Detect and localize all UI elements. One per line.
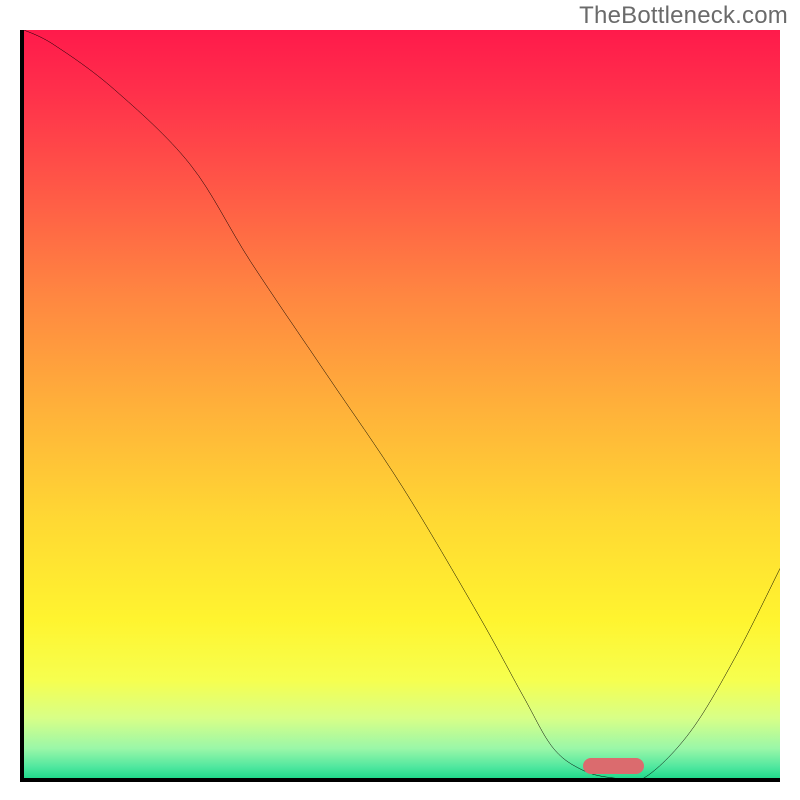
chart-container: TheBottleneck.com (0, 0, 800, 800)
plot-area (20, 30, 780, 782)
optimal-range-marker (583, 758, 643, 774)
bottleneck-curve (24, 30, 780, 778)
watermark-text: TheBottleneck.com (579, 2, 788, 30)
